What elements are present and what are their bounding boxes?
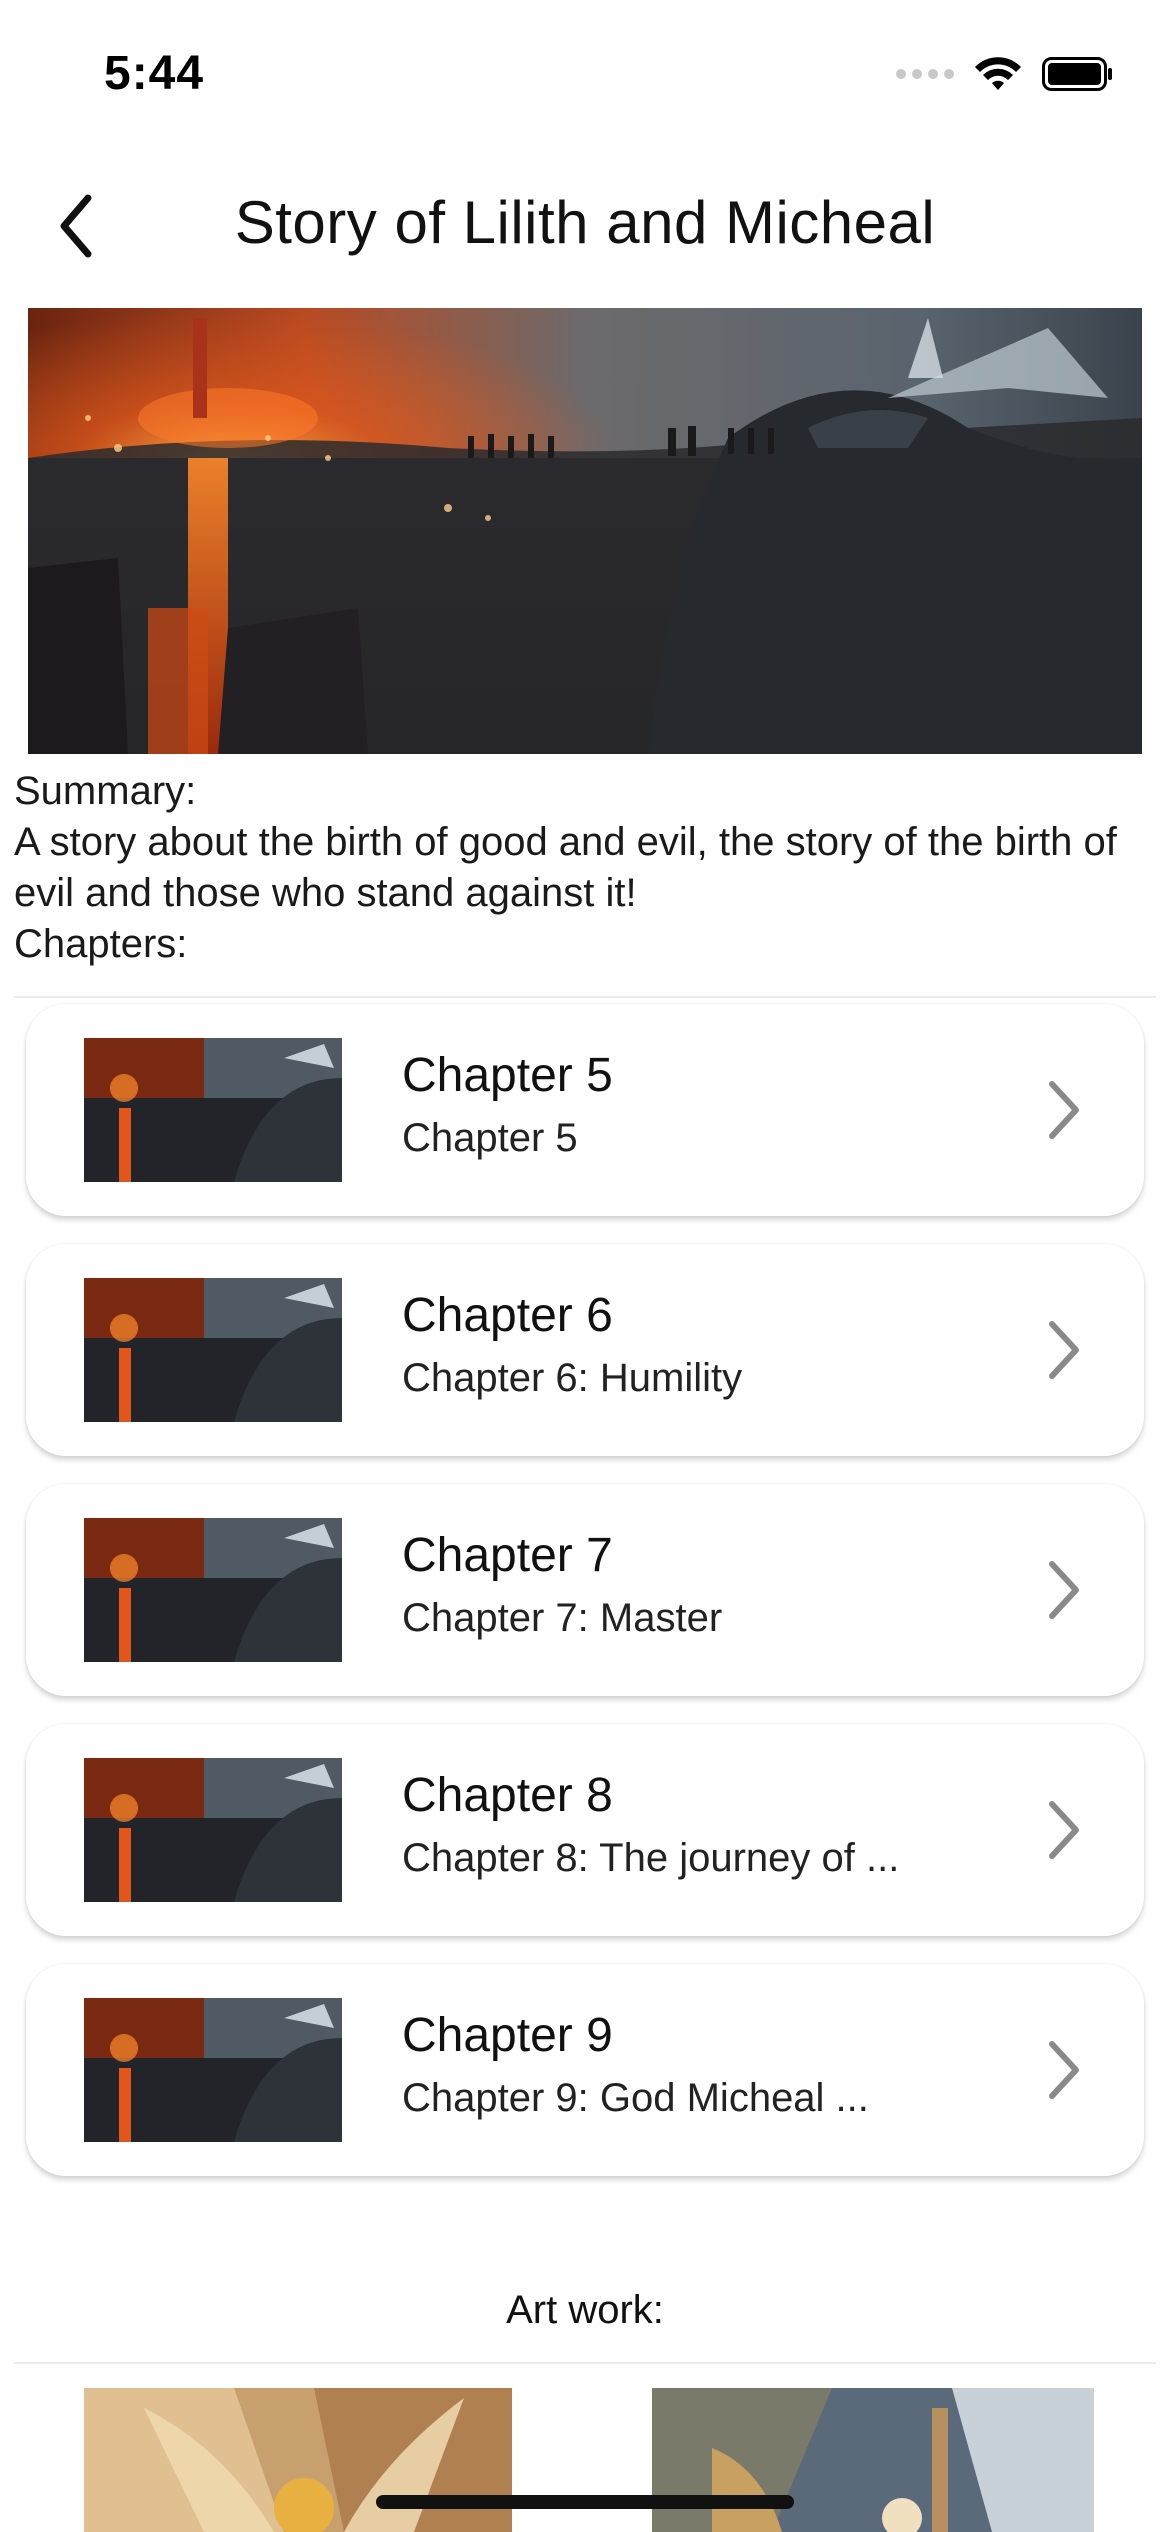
summary-label: Summary: xyxy=(14,769,197,813)
chapter-thumbnail xyxy=(84,1518,342,1662)
chapters-label: Chapters: xyxy=(14,922,188,966)
chapter-thumbnail xyxy=(84,1038,342,1182)
artwork-image[interactable] xyxy=(84,2388,512,2532)
chevron-right-icon xyxy=(1049,1081,1079,1139)
chapter-card[interactable]: Chapter 8 Chapter 8: The journey of ... xyxy=(26,1724,1144,1936)
status-icons xyxy=(896,52,1114,96)
artwork-image[interactable] xyxy=(652,2388,1094,2532)
chapter-subtitle: Chapter 6: Humility xyxy=(402,1356,743,1400)
chevron-left-icon xyxy=(60,194,92,258)
chapter-thumbnail xyxy=(84,1998,342,2142)
story-cover-image xyxy=(28,308,1142,754)
navigation-bar: Story of Lilith and Micheal xyxy=(0,160,1170,290)
artwork-divider xyxy=(14,2362,1156,2364)
chevron-right-icon xyxy=(1049,1801,1079,1859)
status-time: 5:44 xyxy=(104,47,205,100)
artwork-heading: Art work: xyxy=(506,2288,664,2332)
page-title: Story of Lilith and Micheal xyxy=(234,189,936,256)
chapter-thumbnail xyxy=(84,1758,342,1902)
chevron-right-icon xyxy=(1049,2041,1079,2099)
chapter-subtitle: Chapter 7: Master xyxy=(402,1596,723,1640)
battery-icon xyxy=(1042,57,1112,91)
story-summary: Summary: A story about the birth of good… xyxy=(14,766,1154,970)
chapter-title: Chapter 8 xyxy=(402,1769,613,1822)
chapter-thumbnail xyxy=(84,1278,342,1422)
chapter-title: Chapter 7 xyxy=(402,1529,613,1582)
chapter-subtitle: Chapter 8: The journey of ... xyxy=(402,1836,900,1880)
chapter-title: Chapter 6 xyxy=(402,1289,613,1342)
chapter-card[interactable]: Chapter 5 Chapter 5 xyxy=(26,1004,1144,1216)
summary-divider xyxy=(14,996,1156,998)
chapter-title: Chapter 9 xyxy=(402,2009,613,2062)
status-bar: 5:44 xyxy=(0,0,1170,140)
chapter-card[interactable]: Chapter 7 Chapter 7: Master xyxy=(26,1484,1144,1696)
chevron-right-icon xyxy=(1049,1561,1079,1619)
back-button[interactable] xyxy=(36,186,116,266)
story-detail-screen: 5:44 Story of Lilith and Micheal Summary… xyxy=(0,0,1170,2532)
home-indicator[interactable] xyxy=(376,2495,794,2509)
cellular-signal-icon xyxy=(896,69,954,79)
chevron-right-icon xyxy=(1049,1321,1079,1379)
chapter-card[interactable]: Chapter 6 Chapter 6: Humility xyxy=(26,1244,1144,1456)
summary-text: A story about the birth of good and evil… xyxy=(14,820,1117,915)
wifi-icon xyxy=(975,57,1021,90)
chapter-subtitle: Chapter 5 xyxy=(402,1116,578,1160)
chapter-card[interactable]: Chapter 9 Chapter 9: God Micheal ... xyxy=(26,1964,1144,2176)
chapter-title: Chapter 5 xyxy=(402,1049,613,1102)
chapter-subtitle: Chapter 9: God Micheal ... xyxy=(402,2076,869,2120)
